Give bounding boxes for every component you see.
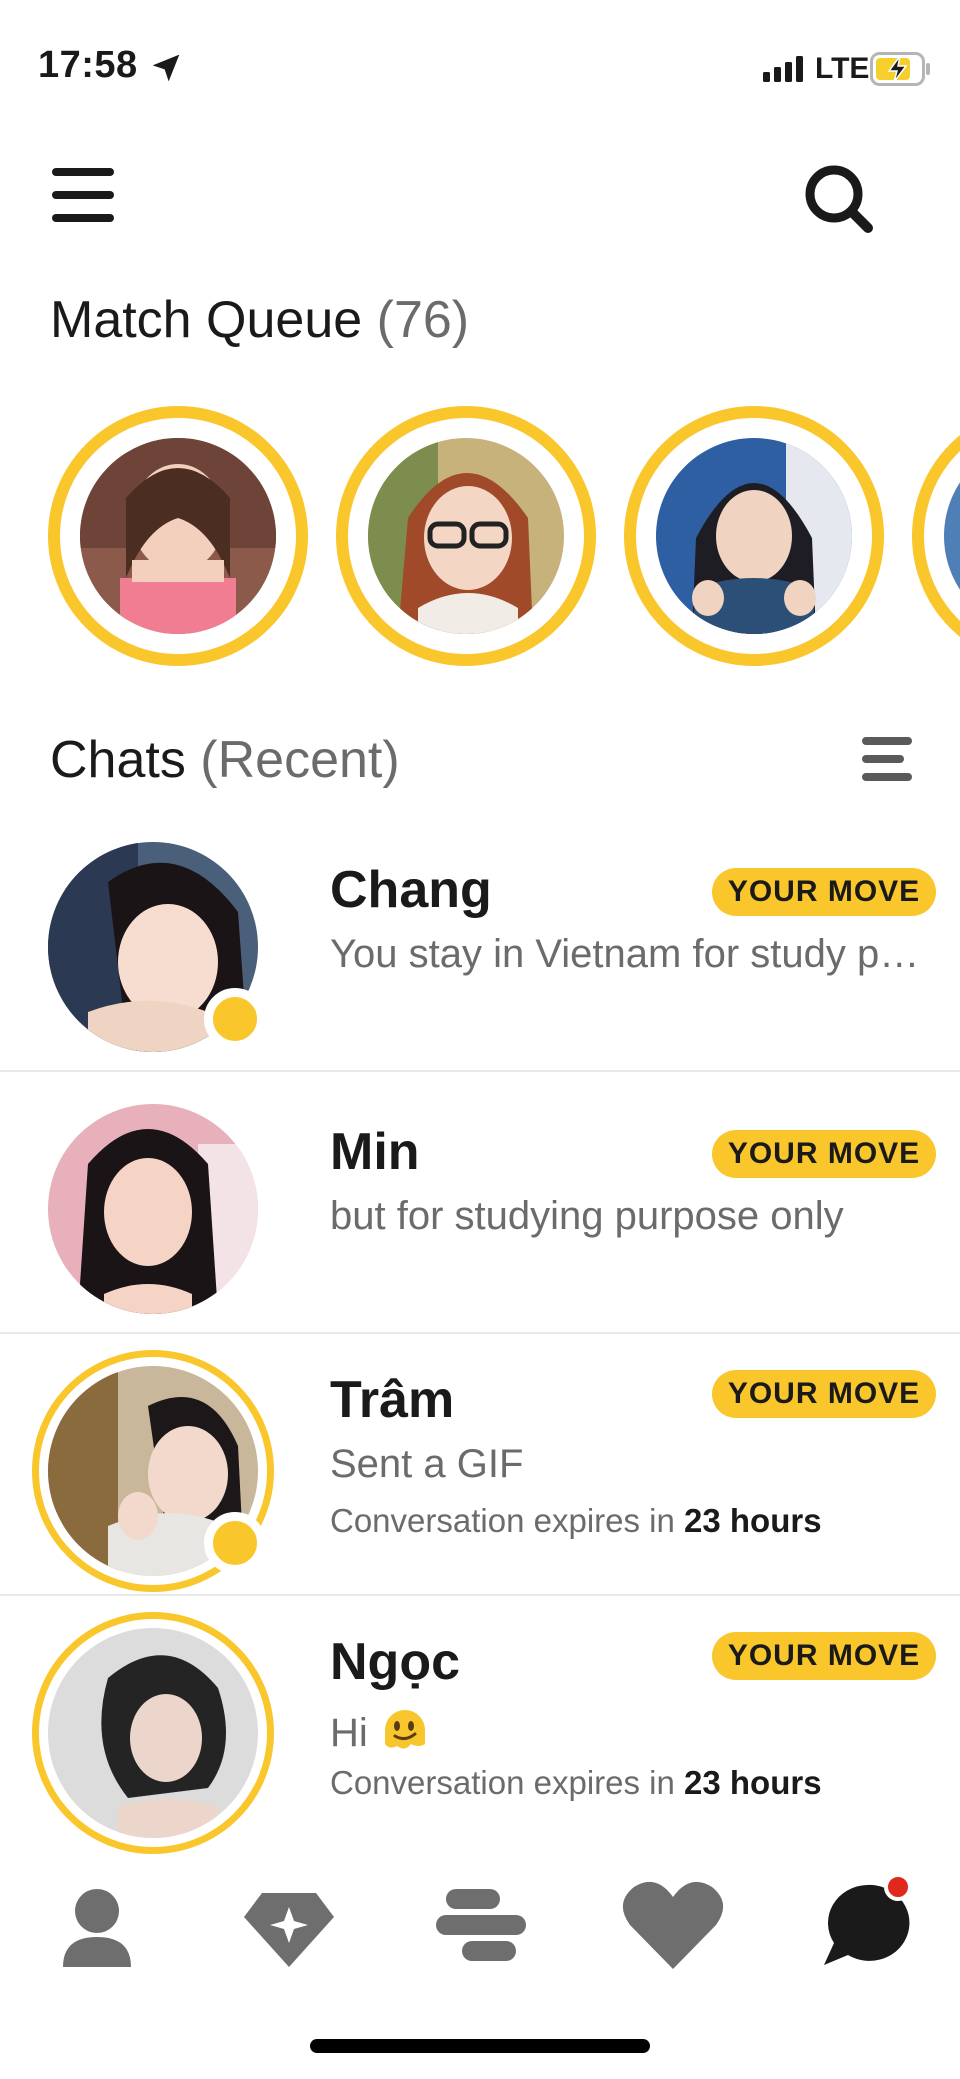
expiry-value: 23 hours [684,1502,822,1539]
chat-preview: but for studying purpose only [330,1194,844,1238]
expiry-prefix: Conversation expires in [330,1764,675,1801]
chat-row[interactable]: Chang YOUR MOVE You stay in Vietnam for … [0,810,960,1072]
online-indicator [204,988,266,1050]
match-avatar-2 [368,438,564,634]
likes-heart-icon[interactable] [618,1875,728,1975]
chats-label: Chats [50,731,186,789]
chat-preview: Sent a GIF [330,1442,524,1486]
profile-icon[interactable] [42,1875,152,1975]
chats-title: Chats (Recent) [50,730,400,790]
chat-preview: Hi [330,1704,920,1756]
status-bar: 17:58 LTE [0,0,960,130]
match-avatar-4 [944,438,960,634]
discover-icon[interactable] [426,1875,536,1975]
status-time: 17:58 [38,44,138,86]
chat-bubble-icon[interactable] [812,1875,922,1975]
match-queue-label: Match Queue [50,291,363,349]
match-queue-item[interactable] [912,406,960,666]
match-queue-item[interactable] [624,406,884,666]
avatar [32,1612,274,1854]
match-avatar-1 [80,438,276,634]
match-queue-item[interactable] [48,406,308,666]
expiry-prefix: Conversation expires in [330,1502,675,1539]
your-move-badge: YOUR MOVE [712,868,936,916]
hamburger-menu-icon[interactable] [52,166,114,224]
signal-icon [763,56,803,82]
battery-charging-icon [870,52,930,86]
chat-name: Chang [330,861,492,919]
home-indicator [310,2039,650,2053]
expiry-value: 23 hours [684,1764,822,1801]
your-move-badge: YOUR MOVE [712,1370,936,1418]
chat-name: Trâm [330,1371,455,1429]
premium-diamond-icon[interactable] [234,1875,344,1975]
your-move-badge: YOUR MOVE [712,1632,936,1680]
conversation-expiry: Conversation expires in 23 hours [330,1764,822,1802]
match-avatar-3 [656,438,852,634]
search-icon[interactable] [800,160,876,236]
location-arrow-icon [152,54,180,82]
conversation-expiry: Conversation expires in 23 hours [330,1502,822,1540]
online-indicator [204,1512,266,1574]
melting-face-emoji [384,1710,425,1749]
chat-preview: You stay in Vietnam for study purpose [330,932,920,976]
match-queue-count: (76) [376,291,470,349]
network-label: LTE [815,52,870,85]
match-queue-title: Match Queue (76) [50,290,469,350]
chat-row[interactable]: Ngọc YOUR MOVE Hi Conversation expires i… [0,1596,960,1858]
sort-icon[interactable] [860,735,914,783]
chat-row[interactable]: Trâm YOUR MOVE Sent a GIF Conversation e… [0,1334,960,1596]
avatar [48,1104,258,1314]
your-move-badge: YOUR MOVE [712,1130,936,1178]
match-queue-item[interactable] [336,406,596,666]
bottom-nav [0,1855,960,1985]
chat-row[interactable]: Min YOUR MOVE but for studying purpose o… [0,1072,960,1334]
chat-name: Min [330,1123,420,1181]
chats-filter: (Recent) [200,731,400,789]
chat-preview-text: Hi [330,1711,368,1755]
match-queue [0,400,960,670]
chat-name: Ngọc [330,1633,460,1691]
